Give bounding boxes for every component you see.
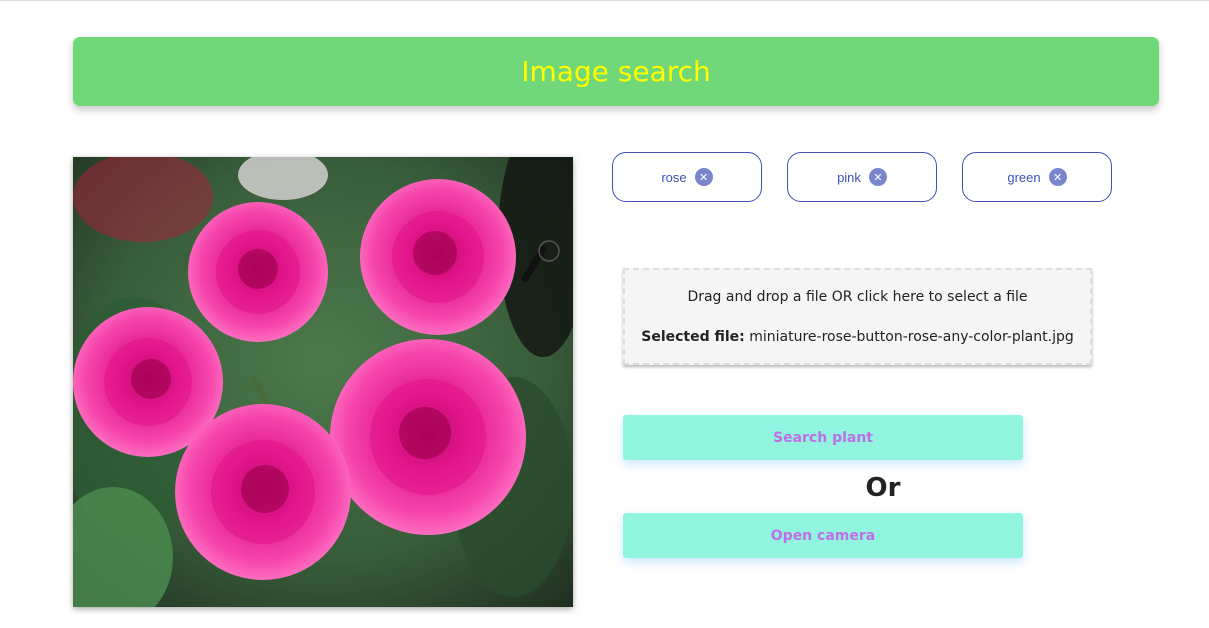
close-icon[interactable]: ✕: [868, 168, 887, 186]
selected-file-line: Selected file: miniature-rose-button-ros…: [625, 329, 1090, 345]
close-icon[interactable]: ✕: [694, 168, 713, 186]
open-camera-button[interactable]: Open camera: [623, 513, 1023, 558]
dropzone-prompt: Drag and drop a file OR click here to se…: [687, 289, 1028, 305]
tag-chip-pink[interactable]: pink ✕: [787, 152, 937, 202]
selected-file-label: Selected file:: [641, 329, 745, 345]
file-dropzone[interactable]: Drag and drop a file OR click here to se…: [623, 268, 1092, 365]
or-separator: Or: [865, 473, 901, 503]
selected-file-name: miniature-rose-button-rose-any-color-pla…: [749, 329, 1074, 345]
tag-label: pink: [837, 169, 861, 185]
tag-label: rose: [661, 169, 687, 185]
tag-chip-green[interactable]: green ✕: [962, 152, 1112, 202]
close-icon[interactable]: ✕: [1048, 168, 1067, 186]
rose-photo: [73, 157, 573, 607]
tag-chip-rose[interactable]: rose ✕: [612, 152, 762, 202]
page-title: Image search: [521, 54, 711, 88]
app-header: Image search: [73, 37, 1159, 106]
tag-label: green: [1007, 169, 1041, 185]
search-plant-button[interactable]: Search plant: [623, 415, 1023, 460]
top-divider: [0, 0, 1209, 1]
uploaded-image-preview: [73, 157, 573, 607]
